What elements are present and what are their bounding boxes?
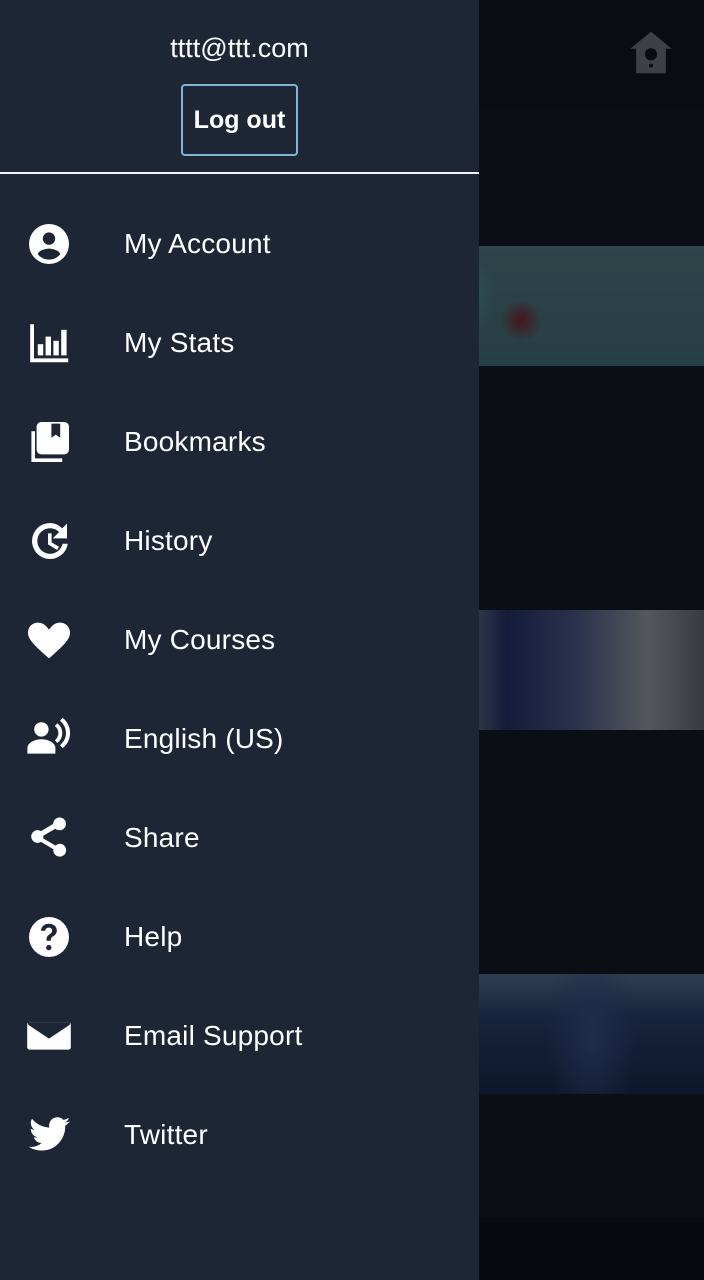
account-email: tttt@ttt.com	[170, 33, 309, 63]
menu-item-label: English (US)	[124, 722, 284, 754]
menu-item-my-courses[interactable]: My Courses	[0, 590, 479, 689]
menu-item-share[interactable]: Share	[0, 788, 479, 887]
menu-item-email-support[interactable]: Email Support	[0, 986, 479, 1085]
help-circle-icon	[25, 913, 73, 961]
menu-item-help[interactable]: Help	[0, 887, 479, 986]
menu-item-label: My Courses	[124, 623, 276, 655]
bar-chart-icon	[25, 319, 73, 367]
share-icon	[25, 814, 73, 862]
menu-item-label: My Stats	[124, 326, 235, 358]
heart-icon	[25, 616, 73, 664]
menu-item-my-account[interactable]: My Account	[0, 194, 479, 293]
drawer-menu-list: My Account My Stats Bookmarks History My…	[0, 174, 479, 1184]
twitter-bird-icon	[25, 1111, 73, 1159]
menu-item-label: Help	[124, 920, 183, 952]
drawer-header: tttt@ttt.com Log out	[0, 0, 479, 174]
app-screen: d Persian alized Courses d Persian entia…	[0, 0, 704, 1280]
restore-clock-icon	[25, 517, 73, 565]
navigation-drawer: tttt@ttt.com Log out My Account My Stats…	[0, 0, 479, 1280]
menu-item-label: Email Support	[124, 1019, 303, 1051]
record-voice-over-icon	[25, 715, 73, 763]
menu-item-label: Share	[124, 821, 200, 853]
menu-item-language[interactable]: English (US)	[0, 689, 479, 788]
menu-item-label: Bookmarks	[124, 425, 266, 457]
menu-item-bookmarks[interactable]: Bookmarks	[0, 392, 479, 491]
account-circle-icon	[25, 220, 73, 268]
menu-item-history[interactable]: History	[0, 491, 479, 590]
logout-button[interactable]: Log out	[181, 84, 298, 156]
menu-item-my-stats[interactable]: My Stats	[0, 293, 479, 392]
menu-item-twitter[interactable]: Twitter	[0, 1085, 479, 1184]
envelope-icon	[25, 1012, 73, 1060]
menu-item-label: Twitter	[124, 1118, 208, 1150]
menu-item-label: History	[124, 524, 213, 556]
menu-item-label: My Account	[124, 227, 271, 259]
library-books-icon	[25, 418, 73, 466]
